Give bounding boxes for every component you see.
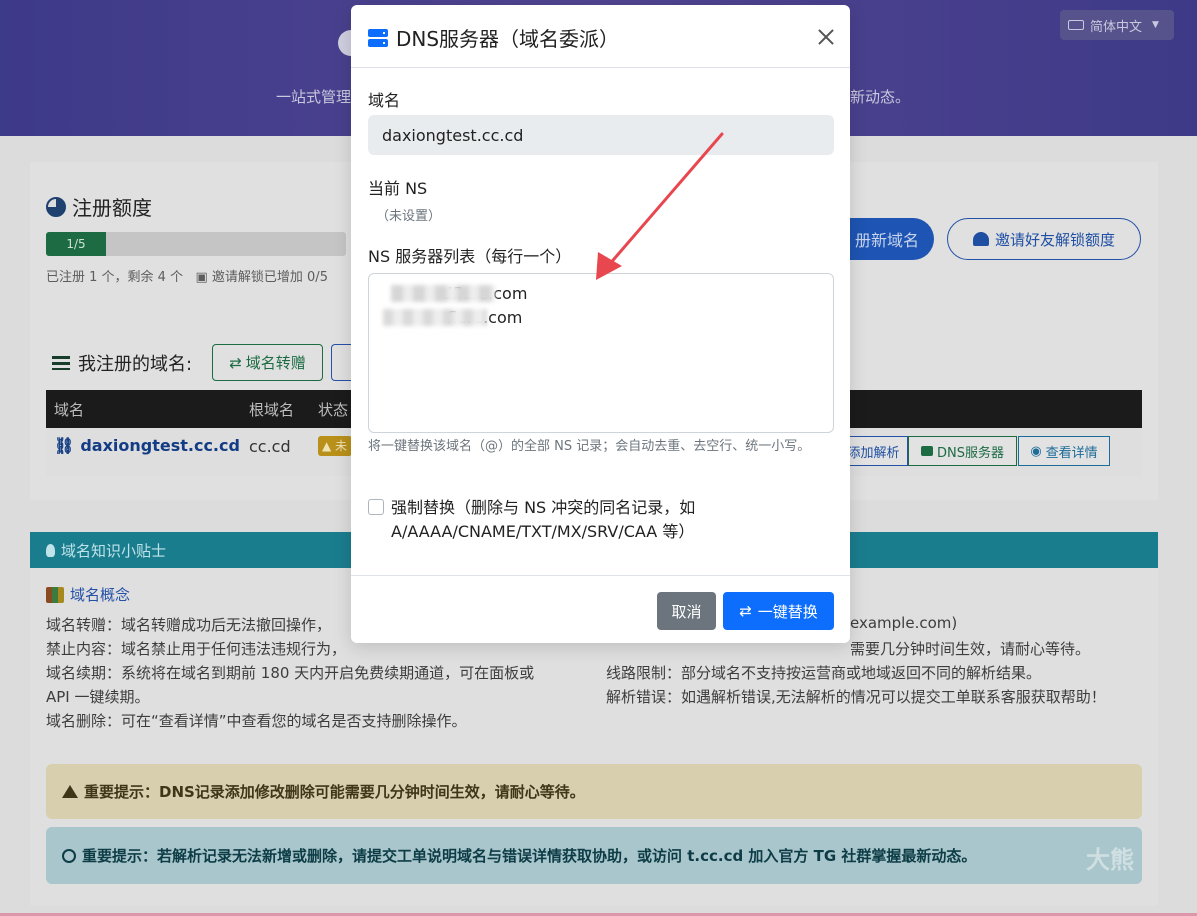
tip-line: 域名转赠：域名转赠成功后无法撤回操作， [46, 616, 332, 634]
current-ns-label: 当前 NS [368, 179, 428, 198]
server-icon [921, 446, 933, 456]
force-replace-label[interactable]: 强制替换（删除与 NS 冲突的同名记录，如 A/AAAA/CNAME/TXT/M… [391, 496, 811, 544]
tip-line: example.com) [850, 614, 958, 632]
modal-header: DNS服务器（域名委派） [351, 5, 850, 68]
dns-server-label: DNS服务器 [937, 445, 1004, 461]
current-ns-value: （未设置） [376, 209, 442, 224]
one-click-replace-button[interactable]: ⇄ 一键替换 [723, 592, 834, 630]
books-icon [46, 586, 64, 603]
tip-line: 域名删除：可在“查看详情”中查看您的域名是否支持删除操作。 [46, 712, 467, 730]
tip-line: 需要几分钟时间生效，请耐心等待。 [850, 640, 1091, 658]
lightbulb-icon [46, 543, 55, 557]
tip-line: 域名续期：系统将在域名到期前 180 天内开启免费续期通道，可在面板或 [46, 664, 535, 682]
modal-title-text: DNS服务器（域名委派） [396, 27, 620, 51]
dns-server-button[interactable]: DNS服务器 [908, 436, 1017, 466]
domain-transfer-button[interactable]: ⇄ 域名转赠 [212, 344, 323, 381]
modal-title: DNS服务器（域名委派） [368, 23, 619, 52]
quota-summary: 已注册 1 个，剩余 4 个 ▣ 邀请解锁已增加 0/5 [46, 266, 328, 285]
domain-transfer-label: 域名转赠 [245, 354, 306, 372]
watermark: 大熊 [1086, 846, 1134, 874]
redacted-blur [391, 285, 495, 302]
add-record-button[interactable]: 添加解析 [840, 436, 908, 466]
ns-list-label: NS 服务器列表（每行一个） [368, 247, 572, 266]
domain-label: 域名 [368, 91, 401, 110]
gift-icon: ▣ [187, 270, 212, 285]
domain-link-text: daxiongtest.cc.cd [80, 436, 240, 455]
view-details-button[interactable]: ◉ 查看详情 [1018, 436, 1110, 466]
root-domain-cell: cc.cd [249, 437, 291, 456]
invite-friends-label: 邀请好友解锁额度 [994, 230, 1115, 249]
tip-line: 线路限制：部分域名不支持按运营商或地域返回不同的解析结果。 [606, 664, 1042, 682]
quota-progress-fill: 1/5 [46, 232, 106, 256]
redacted-blur [383, 309, 487, 326]
caret-down-icon: ▼ [1152, 20, 1159, 30]
warning-alert: 重要提示：DNS记录添加修改删除可能需要几分钟时间生效，请耐心等待。 [46, 764, 1142, 819]
list-icon [52, 356, 70, 370]
cancel-button[interactable]: 取消 [657, 592, 716, 630]
language-selector[interactable]: 简体中文 ▼ [1060, 10, 1174, 40]
register-domain-button[interactable]: 册新域名 [840, 218, 934, 260]
tips-header-text: 域名知识小贴士 [61, 541, 167, 560]
status-badge-text: 未 [335, 439, 348, 453]
invite-friends-button[interactable]: 邀请好友解锁额度 [947, 218, 1141, 260]
one-click-replace-label: 一键替换 [757, 602, 818, 621]
link-icon: ⛓ [54, 436, 75, 455]
info-alert: 重要提示：若解析记录无法新增或删除，请提交工单说明域名与错误详情获取协助，或访问… [46, 827, 1142, 884]
ns-help-text: 将一键替换该域名（@）的全部 NS 记录；会自动去重、去空行、统一小写。 [368, 439, 811, 454]
swap-icon: ⇄ [229, 353, 242, 372]
hidden-blue-button[interactable] [331, 344, 353, 381]
warning-icon [62, 785, 78, 798]
server-icon [368, 28, 388, 47]
my-domains-title: 我注册的域名: [52, 350, 192, 376]
info-text: 重要提示：若解析记录无法新增或删除，请提交工单说明域名与错误详情获取协助，或访问… [82, 847, 977, 865]
domain-concept-text: 域名概念 [70, 586, 131, 604]
force-replace-checkbox[interactable] [368, 499, 384, 515]
eye-icon: ◉ [1030, 443, 1042, 459]
lifebuoy-icon [62, 848, 76, 863]
col-root: 根域名 [249, 401, 295, 419]
domain-link[interactable]: ⛓ daxiongtest.cc.cd [54, 436, 240, 455]
view-details-label: 查看详情 [1045, 445, 1098, 461]
quota-progress: 1/5 [46, 232, 346, 256]
quota-summary-text: 已注册 1 个，剩余 4 个 [46, 270, 184, 285]
users-icon [972, 232, 989, 246]
quota-title-text: 注册额度 [72, 196, 152, 220]
warning-text: 重要提示：DNS记录添加修改删除可能需要几分钟时间生效，请耐心等待。 [84, 783, 585, 801]
status-badge: ▲ 未 [318, 436, 352, 456]
invite-status-text: 邀请解锁已增加 0/5 [211, 270, 328, 285]
domain-field[interactable] [368, 115, 834, 155]
pie-chart-icon [46, 196, 66, 217]
tip-line: 禁止内容：域名禁止用于任何违法违规行为， [46, 640, 347, 658]
col-domain: 域名 [54, 401, 85, 419]
language-icon [1068, 20, 1084, 30]
my-domains-title-text: 我注册的域名: [78, 354, 193, 375]
hero-subtitle-left: 一站式管理 [276, 88, 352, 106]
language-label: 简体中文 [1090, 19, 1143, 35]
tip-line: 解析错误：如遇解析错误,无法解析的情况可以提交工单联系客服获取帮助！ [606, 688, 1106, 706]
hero-subtitle-right: 新动态。 [850, 88, 911, 106]
swap-icon: ⇄ [739, 602, 752, 620]
quota-title: 注册额度 [46, 192, 152, 221]
tip-line: API 一键续期。 [46, 688, 150, 706]
close-button[interactable] [812, 23, 840, 51]
col-status: 状态 [318, 401, 349, 419]
domain-concept-link[interactable]: 域名概念 [46, 584, 130, 605]
